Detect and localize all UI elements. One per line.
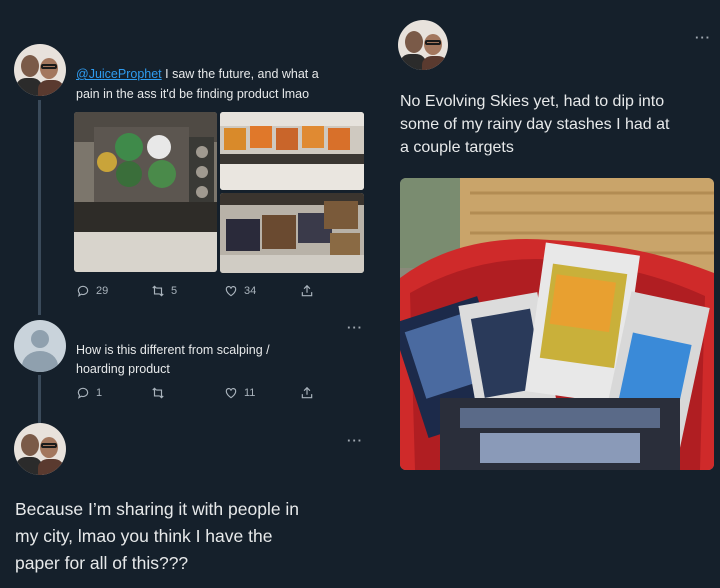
avatar[interactable]: [14, 320, 66, 372]
like-icon: [225, 286, 237, 297]
retweet-icon: [152, 387, 164, 399]
tweet-photo-image: [220, 112, 364, 190]
thread-line: [38, 375, 41, 423]
avatar[interactable]: [14, 423, 66, 475]
retweet-icon: [152, 285, 164, 297]
like-count: 11: [244, 387, 256, 399]
more-options-icon[interactable]: ···: [347, 433, 363, 448]
retweet-button[interactable]: 5: [151, 284, 177, 298]
avatar[interactable]: [14, 44, 66, 96]
tweet-photo[interactable]: [400, 178, 714, 470]
tweet-text-line: hoarding product: [76, 362, 170, 376]
reply-icon: [77, 285, 89, 297]
like-button[interactable]: 11: [224, 386, 255, 400]
tweet-text: Because I’m sharing it with people in my…: [15, 496, 365, 577]
tweet-text: How is this different from scalping / ho…: [76, 341, 356, 379]
reply-button[interactable]: 1: [76, 386, 102, 400]
tweet-text-line: Because I’m sharing it with people in: [15, 499, 300, 519]
tweet-photo[interactable]: [74, 112, 217, 272]
thread-line: [38, 100, 41, 315]
reply-icon: [77, 387, 89, 399]
reply-button[interactable]: 29: [76, 284, 108, 298]
like-count: 34: [244, 285, 257, 297]
share-icon: [301, 284, 313, 297]
tweet-photo-image: [74, 112, 217, 272]
tweet-text-line: a couple targets: [400, 139, 514, 156]
tweet-text-line: I saw the future, and what a: [165, 67, 319, 81]
reply-count: 1: [96, 387, 103, 399]
more-options-icon[interactable]: ···: [695, 30, 711, 45]
more-options-icon[interactable]: ···: [347, 320, 363, 335]
like-icon: [225, 388, 237, 399]
share-button[interactable]: [300, 284, 314, 298]
tweet-text-line: some of my rainy day stashes I had at: [400, 116, 670, 133]
tweet-text-line: How is this different from scalping /: [76, 343, 270, 357]
tweet-text-line: paper for all of this???: [15, 553, 189, 573]
retweet-button[interactable]: [151, 386, 165, 400]
share-button[interactable]: [300, 386, 314, 400]
like-button[interactable]: 34: [224, 284, 256, 298]
tweet-photo-image: [400, 178, 714, 470]
tweet-text: No Evolving Skies yet, had to dip into s…: [400, 90, 715, 159]
avatar[interactable]: [398, 20, 448, 70]
reply-count: 29: [96, 285, 109, 297]
tweet-photo[interactable]: [220, 112, 364, 190]
retweet-count: 5: [171, 285, 178, 297]
tweet-text-line: No Evolving Skies yet, had to dip into: [400, 93, 665, 110]
tweet-photo[interactable]: [220, 193, 364, 273]
user-handle-link[interactable]: @JuiceProphet: [76, 67, 162, 81]
share-icon: [301, 386, 313, 399]
tweet-text-line: pain in the ass it'd be finding product …: [76, 87, 310, 101]
tweet-photo-image: [220, 193, 364, 273]
tweet-text-line: my city, lmao you think I have the: [15, 526, 273, 546]
tweet-text: @JuiceProphet I saw the future, and what…: [76, 64, 376, 104]
